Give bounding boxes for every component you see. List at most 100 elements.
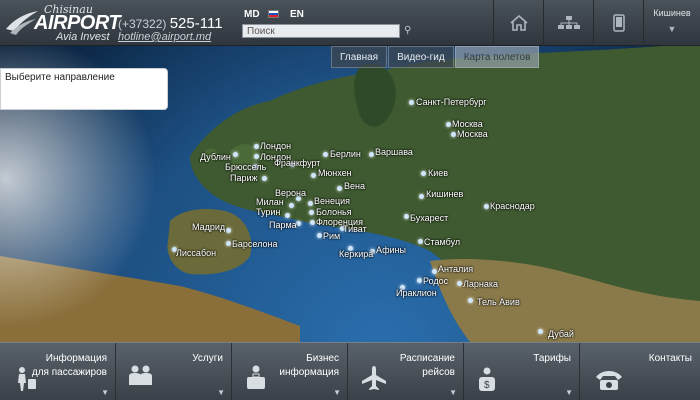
city-selector[interactable]: Кишинев ▼: [643, 0, 700, 46]
nav-contacts[interactable]: Контакты: [580, 343, 700, 400]
chevron-down-icon: ▼: [449, 388, 457, 397]
city-label[interactable]: Варшава: [375, 147, 413, 157]
city-label[interactable]: Родос: [423, 276, 448, 286]
city-dot[interactable]: [446, 122, 451, 127]
nav-services[interactable]: Услуги ▼: [116, 343, 232, 400]
city-dot[interactable]: [254, 154, 259, 159]
home-button[interactable]: [493, 0, 543, 46]
chevron-down-icon: ▼: [101, 388, 109, 397]
city-dot[interactable]: [369, 152, 374, 157]
city-label[interactable]: Вена: [344, 181, 365, 191]
city-label[interactable]: Берлин: [330, 149, 361, 159]
city-dot[interactable]: [323, 152, 328, 157]
city-dot[interactable]: [538, 329, 543, 334]
city-label[interactable]: Париж: [230, 173, 258, 183]
city-label[interactable]: Бухарест: [410, 213, 448, 223]
city-dot[interactable]: [317, 233, 322, 238]
city-label[interactable]: Москва: [457, 129, 488, 139]
flight-map[interactable]: Главная Видео-гид Карта полетов Выберите…: [0, 46, 700, 342]
city-label[interactable]: Тель Авив: [477, 297, 520, 307]
city-label[interactable]: Керкира: [339, 249, 373, 259]
search-icon[interactable]: ⚲: [404, 25, 411, 36]
city-dot[interactable]: [254, 144, 259, 149]
nav-schedule[interactable]: Расписание рейсов ▼: [348, 343, 464, 400]
city-label[interactable]: Парма: [269, 220, 297, 230]
city-label[interactable]: Санкт-Петербург: [416, 97, 487, 107]
city-label[interactable]: Москва: [452, 119, 483, 129]
chevron-down-icon: ▼: [333, 388, 341, 397]
city-label[interactable]: Болонья: [316, 207, 352, 217]
mobile-button[interactable]: [593, 0, 643, 46]
city-dot[interactable]: [285, 213, 290, 218]
home-icon: [509, 15, 528, 31]
plane-icon: [362, 366, 386, 390]
city-dot[interactable]: [451, 132, 456, 137]
airport-logo[interactable]: Chisinau AIRPORT Avia Invest: [4, 3, 121, 45]
nav-business-label: Бизнес информация: [279, 353, 339, 378]
city-label[interactable]: Мадрид: [192, 222, 225, 232]
city-dot[interactable]: [262, 176, 267, 181]
sitemap-button[interactable]: [543, 0, 593, 46]
city-label[interactable]: Брюссель: [225, 162, 266, 172]
lang-en-link[interactable]: EN: [290, 9, 304, 20]
chevron-down-icon: ▼: [565, 388, 573, 397]
hotline-email-link[interactable]: hotline@airport.md: [118, 31, 211, 43]
tab-video-guide[interactable]: Видео-гид: [388, 46, 454, 68]
direction-select[interactable]: Выберите направление: [0, 68, 168, 110]
nav-passenger-label: Информация для пассажиров: [31, 353, 107, 378]
city-label[interactable]: Дубай: [548, 329, 574, 339]
city-dot[interactable]: [226, 228, 231, 233]
city-dot[interactable]: [226, 241, 231, 246]
city-label[interactable]: Тиват: [343, 224, 367, 234]
city-label[interactable]: Киев: [428, 168, 448, 178]
phone-prefix: (+37322): [118, 17, 167, 31]
nav-schedule-label: Расписание рейсов: [399, 353, 455, 378]
city-dot[interactable]: [233, 152, 238, 157]
city-label[interactable]: Турин: [256, 207, 280, 217]
nav-passenger-info[interactable]: Информация для пассажиров ▼: [0, 343, 116, 400]
city-label[interactable]: Барселона: [232, 239, 277, 249]
city-dot[interactable]: [311, 173, 316, 178]
city-dot[interactable]: [418, 239, 423, 244]
city-label[interactable]: Лиссабон: [176, 248, 216, 258]
tab-main[interactable]: Главная: [331, 46, 388, 68]
city-label[interactable]: Рим: [323, 231, 340, 241]
nav-tariffs[interactable]: $ Тарифы ▼: [464, 343, 580, 400]
city-dot[interactable]: [310, 220, 315, 225]
city-dot[interactable]: [457, 281, 462, 286]
city-label[interactable]: Стамбул: [424, 237, 460, 247]
nav-business[interactable]: Бизнес информация ▼: [232, 343, 348, 400]
city-dot[interactable]: [432, 269, 437, 274]
city-dot[interactable]: [308, 201, 313, 206]
city-dot[interactable]: [417, 278, 422, 283]
city-label[interactable]: Лондон: [260, 141, 291, 151]
city-dot[interactable]: [289, 203, 294, 208]
ru-flag-icon[interactable]: [268, 10, 279, 18]
city-dot[interactable]: [421, 171, 426, 176]
city-dot[interactable]: [484, 204, 489, 209]
briefcase-icon: [247, 365, 265, 389]
search-input[interactable]: Поиск: [242, 24, 400, 38]
city-label[interactable]: Краснодар: [490, 201, 535, 211]
city-label[interactable]: Венеция: [314, 196, 350, 206]
city-label[interactable]: Кишинев: [426, 189, 463, 199]
city-dot[interactable]: [404, 214, 409, 219]
phone-icon: [596, 371, 622, 390]
header: Chisinau AIRPORT Avia Invest (+37322) 52…: [0, 0, 700, 46]
tab-flight-map[interactable]: Карта полетов: [454, 46, 540, 68]
chevron-down-icon: ▼: [667, 24, 677, 34]
city-label[interactable]: Дублин: [200, 152, 231, 162]
lang-md-link[interactable]: MD: [244, 9, 260, 20]
city-label[interactable]: Милан: [256, 197, 284, 207]
city-label[interactable]: Мюнхен: [318, 168, 352, 178]
city-dot[interactable]: [309, 210, 314, 215]
city-label[interactable]: Ираклион: [396, 288, 437, 298]
city-dot[interactable]: [337, 186, 342, 191]
city-label[interactable]: Франкфурт: [274, 158, 320, 168]
city-label[interactable]: Ларнака: [463, 279, 498, 289]
city-dot[interactable]: [468, 298, 473, 303]
city-label[interactable]: Анталия: [438, 264, 473, 274]
city-dot[interactable]: [419, 194, 424, 199]
city-label[interactable]: Афины: [376, 245, 406, 255]
city-dot[interactable]: [409, 100, 414, 105]
